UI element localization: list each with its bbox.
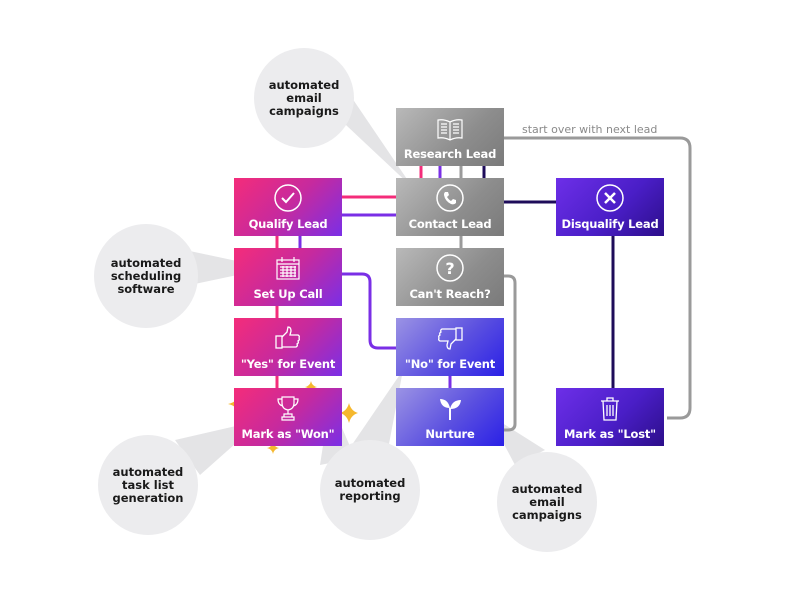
- node-yes-for-event[interactable]: "Yes" for Event: [234, 318, 342, 376]
- thumbs-down-icon: [438, 327, 463, 350]
- bubble-text: generation: [112, 490, 184, 505]
- x-circle-icon: [596, 184, 624, 212]
- node-label: Can't Reach?: [409, 287, 491, 301]
- bubble-text: campaigns: [269, 103, 339, 118]
- thumbs-up-icon: [275, 326, 300, 349]
- node-set-up-call[interactable]: Set Up Call: [234, 248, 342, 306]
- bubble-text: reporting: [339, 489, 401, 503]
- bubble-text: campaigns: [512, 507, 582, 522]
- book-icon: [437, 119, 463, 141]
- start-over-note: start over with next lead: [522, 123, 658, 136]
- trash-icon: [601, 397, 619, 421]
- connector-setup-no: [342, 272, 396, 350]
- node-label: Mark as "Won": [241, 427, 335, 441]
- node-mark-lost[interactable]: Mark as "Lost": [556, 388, 664, 446]
- bubble-email-top: automated email campaigns: [254, 48, 354, 148]
- trophy-icon: [277, 396, 299, 421]
- node-disqualify-lead[interactable]: Disqualify Lead: [556, 178, 664, 236]
- bubble-text: automated: [112, 464, 184, 479]
- node-contact-lead[interactable]: Contact Lead: [396, 178, 504, 236]
- bubble-text: email: [286, 90, 322, 105]
- node-label: "No" for Event: [404, 357, 496, 371]
- svg-text:?: ?: [445, 259, 454, 278]
- bubble-task-list: automated task list generation: [98, 435, 198, 535]
- node-research-lead[interactable]: Research Lead: [396, 108, 504, 166]
- phone-icon: [436, 184, 464, 212]
- node-label: Mark as "Lost": [564, 427, 656, 441]
- bubble-email-bottom: automated email campaigns: [497, 452, 597, 552]
- node-label: Qualify Lead: [248, 217, 328, 231]
- node-label: Research Lead: [403, 147, 497, 161]
- node-qualify-lead[interactable]: Qualify Lead: [234, 178, 342, 236]
- bubble-scheduling: automated scheduling software: [94, 224, 198, 328]
- question-icon: ?: [436, 254, 464, 282]
- node-mark-won[interactable]: Mark as "Won": [234, 388, 342, 446]
- node-no-for-event[interactable]: "No" for Event: [396, 318, 504, 376]
- checkmark-icon: [274, 184, 302, 212]
- node-label: Contact Lead: [408, 217, 492, 231]
- node-label: "Yes" for Event: [240, 357, 336, 371]
- node-label: Disqualify Lead: [561, 217, 659, 231]
- calendar-icon: [276, 257, 300, 280]
- connector-cantreach-nurture: [504, 274, 517, 432]
- bubble-text: automated: [110, 255, 182, 270]
- node-label: Nurture: [425, 427, 475, 441]
- bubble-text: automated: [511, 481, 583, 496]
- bubble-text: email: [529, 494, 565, 509]
- bubble-text: software: [117, 281, 175, 296]
- sparkle-icon: [340, 403, 358, 423]
- bubble-text: automated: [268, 77, 340, 92]
- bubble-reporting: automated reporting: [320, 440, 420, 540]
- bubble-text: scheduling: [110, 268, 182, 283]
- sprout-icon: [440, 399, 461, 420]
- node-nurture[interactable]: Nurture: [396, 388, 504, 446]
- node-cant-reach[interactable]: ? Can't Reach?: [396, 248, 504, 306]
- node-label: Set Up Call: [253, 287, 323, 301]
- bubble-text: task list: [122, 477, 174, 492]
